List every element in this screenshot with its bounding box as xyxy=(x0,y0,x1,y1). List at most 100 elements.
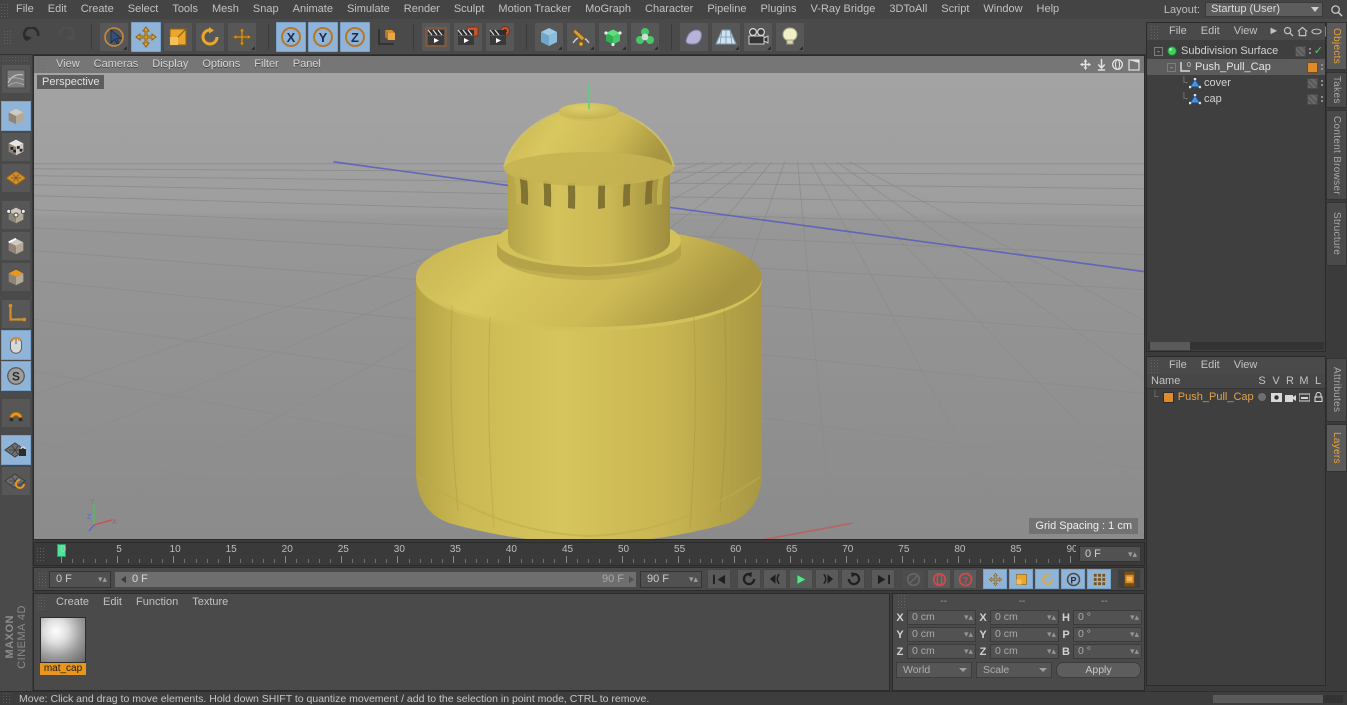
add-environment-button[interactable] xyxy=(679,21,709,52)
layer-manager-menu-file[interactable]: File xyxy=(1162,357,1194,374)
menu-item-simulate[interactable]: Simulate xyxy=(340,0,397,19)
position-y-input[interactable]: 0 cm ▾▴ xyxy=(907,627,976,642)
lock-x-axis-button[interactable]: X xyxy=(276,21,306,52)
object-manager-grip[interactable] xyxy=(1150,24,1159,39)
dot-toggles[interactable] xyxy=(1321,64,1323,70)
material-item[interactable]: mat_cap xyxy=(40,617,86,675)
scale-tool[interactable] xyxy=(163,21,193,52)
object-manager-menu-file[interactable]: File xyxy=(1162,23,1194,40)
layer-lock-cell[interactable] xyxy=(1311,392,1325,402)
pan-icon[interactable] xyxy=(1079,58,1092,71)
object-manager-menu-edit[interactable]: Edit xyxy=(1194,23,1227,40)
apply-button[interactable]: Apply xyxy=(1056,662,1141,678)
planar-workplane-button[interactable] xyxy=(1,466,31,496)
viewport-menu-view[interactable]: View xyxy=(49,56,87,73)
redo-button[interactable] xyxy=(50,22,80,52)
dock-tab-structure[interactable]: Structure xyxy=(1326,202,1347,266)
scrollbar-thumb[interactable] xyxy=(1213,694,1323,703)
rotation-h-input[interactable]: 0 ° ▾▴ xyxy=(1073,610,1142,625)
go-to-previous-key-button[interactable] xyxy=(737,569,761,589)
menu-item-render[interactable]: Render xyxy=(397,0,447,19)
timeline-grip[interactable] xyxy=(36,547,45,561)
model-mode-button[interactable] xyxy=(1,101,31,131)
layout-select[interactable]: Startup (User) xyxy=(1205,2,1323,17)
spinner-icon[interactable]: ▾▴ xyxy=(98,572,107,587)
layer-name-cell[interactable]: └ Push_Pull_Cap xyxy=(1151,391,1255,403)
viewport-menu-panel[interactable]: Panel xyxy=(286,56,328,73)
go-to-next-key-button[interactable] xyxy=(841,569,865,589)
object-manager-menu-view[interactable]: View xyxy=(1227,23,1265,40)
toolbar-grip[interactable] xyxy=(3,29,12,44)
material-manager-menu-create[interactable]: Create xyxy=(49,594,96,611)
layer-solo-cell[interactable] xyxy=(1255,393,1269,401)
rotation-b-input[interactable]: 0 ° ▾▴ xyxy=(1073,644,1142,659)
expander-icon[interactable]: - xyxy=(1167,62,1176,72)
current-frame-field[interactable]: 0 F ▾▴ xyxy=(49,570,111,588)
layer-manager-menu-edit[interactable]: Edit xyxy=(1194,357,1227,374)
dock-tab-content-browser[interactable]: Content Browser xyxy=(1326,110,1347,200)
tag-placeholder-icon[interactable] xyxy=(1307,77,1318,89)
record-active-objects-button[interactable] xyxy=(901,569,925,589)
edges-mode-button[interactable] xyxy=(1,231,31,261)
layer-manager-menu-view[interactable]: View xyxy=(1227,357,1265,374)
layer-row[interactable]: └ Push_Pull_Cap xyxy=(1147,389,1325,405)
viewport-menu-grip[interactable] xyxy=(37,57,46,72)
spinner-icon[interactable]: ▾▴ xyxy=(1128,548,1137,561)
material-manager-menu-edit[interactable]: Edit xyxy=(96,594,129,611)
spinner-icon[interactable]: ▾▴ xyxy=(1047,645,1056,658)
soft-selection-button[interactable]: S xyxy=(1,361,31,391)
menu-item-edit[interactable]: Edit xyxy=(41,0,74,19)
push-pull-cap-model[interactable] xyxy=(404,81,774,540)
spinner-icon[interactable]: ▾▴ xyxy=(964,628,973,641)
rotation-key-button[interactable] xyxy=(1035,569,1059,589)
size-y-input[interactable]: 0 cm ▾▴ xyxy=(990,627,1059,642)
menu-grip[interactable] xyxy=(0,2,9,17)
menu-item-tools[interactable]: Tools xyxy=(165,0,205,19)
go-to-end-button[interactable] xyxy=(871,569,895,589)
autokeying-button[interactable] xyxy=(927,569,951,589)
timeline-current-frame-field[interactable]: 0 F ▾▴ xyxy=(1079,546,1141,562)
layer-render-cell[interactable] xyxy=(1283,393,1297,402)
menu-item-script[interactable]: Script xyxy=(934,0,976,19)
range-start-arrow-icon[interactable] xyxy=(119,575,128,584)
menu-item-v-ray-bridge[interactable]: V-Ray Bridge xyxy=(804,0,883,19)
dock-tab-objects[interactable]: Objects xyxy=(1326,22,1347,70)
snap-magnet-button[interactable] xyxy=(1,398,31,428)
keyframe-mode-button[interactable] xyxy=(1117,569,1141,589)
menu-item-pipeline[interactable]: Pipeline xyxy=(700,0,753,19)
workplane-mode-button[interactable] xyxy=(1,163,31,193)
search-icon[interactable] xyxy=(1330,4,1343,17)
tag-placeholder-icon[interactable] xyxy=(1307,93,1318,105)
search-icon[interactable] xyxy=(1283,26,1294,37)
scrollbar-thumb[interactable] xyxy=(1150,342,1190,350)
layer-color-swatch[interactable] xyxy=(1307,61,1318,73)
spinner-icon[interactable]: ▾▴ xyxy=(1047,611,1056,624)
object-axis-mode-button[interactable] xyxy=(1,299,31,329)
lock-z-axis-button[interactable]: Z xyxy=(340,21,370,52)
manager-icon[interactable] xyxy=(1298,393,1310,402)
go-to-previous-frame-button[interactable] xyxy=(763,569,787,589)
make-editable-button[interactable] xyxy=(1,64,31,94)
lock-icon[interactable] xyxy=(1313,392,1323,402)
add-generator-button[interactable] xyxy=(598,21,628,52)
viewport-menu-cameras[interactable]: Cameras xyxy=(87,56,146,73)
rotation-p-input[interactable]: 0 ° ▾▴ xyxy=(1073,627,1142,642)
viewport-menu-display[interactable]: Display xyxy=(145,56,195,73)
menu-item-mograph[interactable]: MoGraph xyxy=(578,0,638,19)
add-spline-button[interactable] xyxy=(566,21,596,52)
tag-placeholder-icon[interactable] xyxy=(1294,45,1306,57)
timeline-ruler[interactable]: 0 5 10 15 20 25 30 35 40 45 50 55 60 65 70 75 80 85 90 xyxy=(47,542,1076,566)
left-palette-grip[interactable] xyxy=(2,56,30,63)
menu-item-window[interactable]: Window xyxy=(976,0,1029,19)
parameter-key-button[interactable]: P xyxy=(1061,569,1085,589)
points-mode-button[interactable] xyxy=(1,200,31,230)
menu-item-animate[interactable]: Animate xyxy=(286,0,340,19)
spinner-icon[interactable]: ▾▴ xyxy=(1047,628,1056,641)
world-coordinate-system-button[interactable] xyxy=(372,22,402,52)
scale-key-button[interactable] xyxy=(1009,569,1033,589)
go-to-next-frame-button[interactable] xyxy=(815,569,839,589)
dock-tab-takes[interactable]: Takes xyxy=(1326,72,1347,108)
menu-item-character[interactable]: Character xyxy=(638,0,700,19)
material-list[interactable]: mat_cap xyxy=(34,611,889,675)
object-row-cap[interactable]: └ cap xyxy=(1147,91,1347,107)
